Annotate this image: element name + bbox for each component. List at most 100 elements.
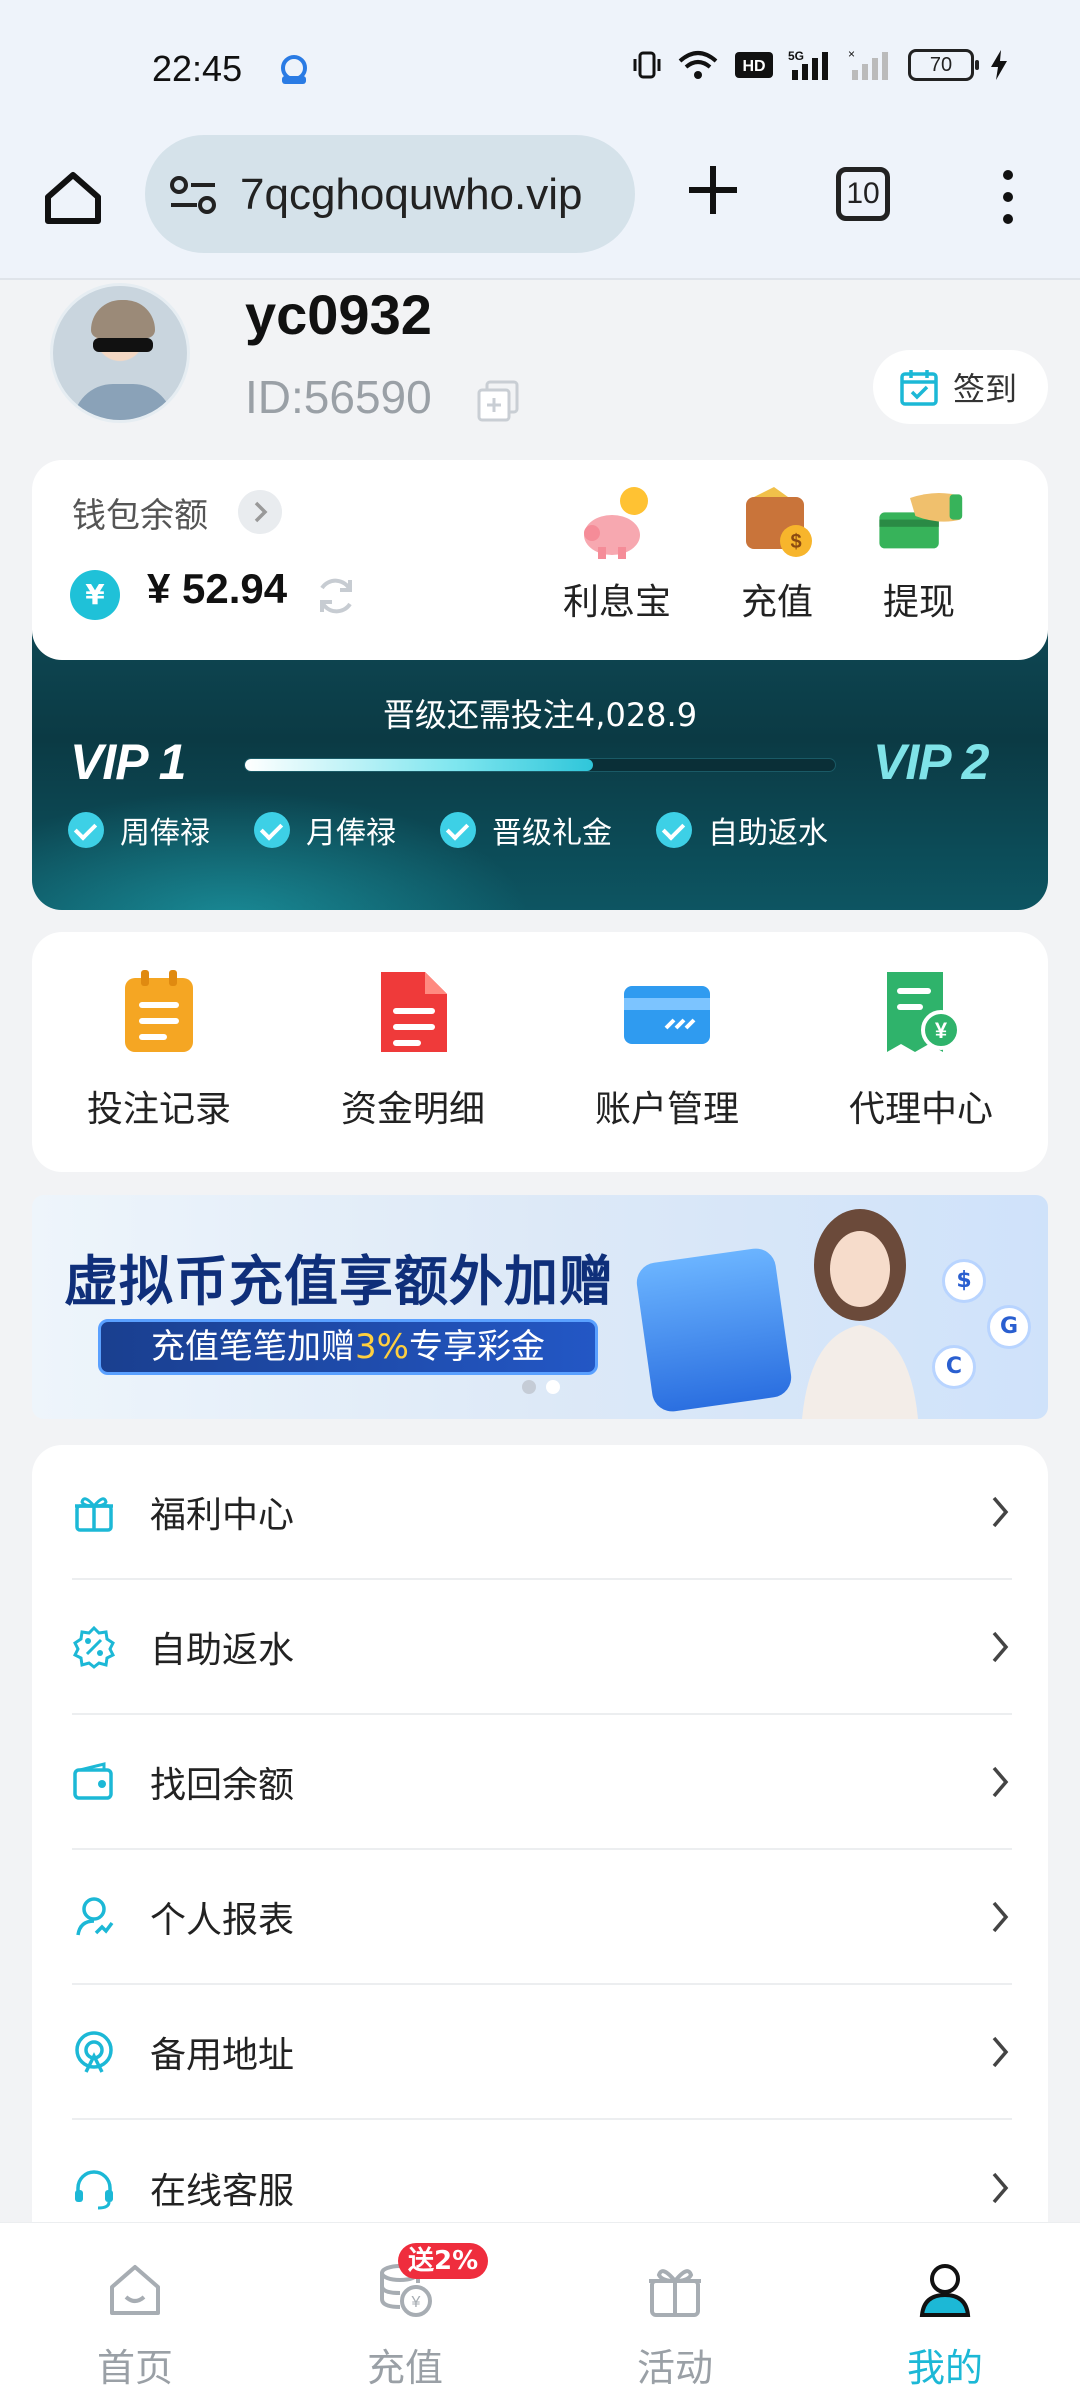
gift-icon xyxy=(649,2269,701,2317)
status-bar: 22:45 HD 5G × 70 xyxy=(0,0,1080,135)
chevron-right-icon xyxy=(992,1766,1009,1797)
url-bar[interactable]: 7qcghoquwho.vip xyxy=(145,135,635,253)
rebate-icon xyxy=(72,1625,116,1669)
quick-fund-details[interactable]: 资金明细 xyxy=(286,932,540,1172)
menu-item-welfare[interactable]: 福利中心 xyxy=(72,1445,1012,1580)
vip-perks: 周俸禄 月俸禄 晋级礼金 自助返水 xyxy=(68,808,872,852)
signin-label: 签到 xyxy=(953,370,1018,408)
document-icon xyxy=(381,972,447,1052)
nav-mine[interactable]: 我的 xyxy=(810,2223,1080,2400)
wallet-action-deposit[interactable]: $ 充值 xyxy=(712,485,842,625)
menu-list: 福利中心 自助返水 找回余额 个人报表 备用地址 在线客服 xyxy=(32,1445,1048,2225)
vip-progress-text: 晋级还需投注4,028.9 xyxy=(382,696,698,734)
svg-text:$: $ xyxy=(790,531,801,553)
status-icons: HD 5G × 70 xyxy=(632,48,1010,82)
promo-banner[interactable]: 虚拟币充值享额外加赠 充值笔笔加赠3%专享彩金 $ G C xyxy=(32,1195,1048,1419)
wallet-recover-icon xyxy=(73,1761,113,1800)
app-notification-icon xyxy=(281,55,307,84)
coin-icon: $ xyxy=(942,1259,986,1303)
pagination-dot-active[interactable] xyxy=(546,1380,560,1394)
vip-progress-fill xyxy=(245,759,594,771)
chevron-right-icon xyxy=(992,2172,1009,2203)
headset-icon xyxy=(75,2169,113,2209)
clipboard-icon xyxy=(125,970,193,1052)
signal-5g-icon: 5G xyxy=(788,49,828,80)
copy-icon[interactable] xyxy=(475,378,521,424)
chevron-right-icon xyxy=(992,2036,1009,2067)
svg-text:¥: ¥ xyxy=(411,2294,421,2311)
browser-toolbar: 7qcghoquwho.vip 10 xyxy=(0,135,1080,280)
vip-perk: 晋级礼金 xyxy=(440,808,612,852)
check-icon xyxy=(440,812,476,848)
wallet-action-withdraw[interactable]: 提现 xyxy=(854,485,984,625)
chevron-right-icon[interactable] xyxy=(238,490,282,534)
calendar-check-icon xyxy=(900,370,938,406)
check-icon xyxy=(656,812,692,848)
chevron-right-icon xyxy=(992,1901,1009,1932)
charging-icon xyxy=(991,50,1007,80)
banner-subtitle: 充值笔笔加赠3%专享彩金 xyxy=(98,1319,598,1375)
svg-text:HD: HD xyxy=(742,58,765,75)
piggy-bank-icon xyxy=(584,487,648,559)
browser-home-icon[interactable] xyxy=(40,165,106,231)
chevron-right-icon xyxy=(992,1631,1009,1662)
refresh-icon[interactable] xyxy=(312,572,360,620)
menu-item-rebate[interactable]: 自助返水 xyxy=(72,1580,1012,1715)
menu-item-recover-balance[interactable]: 找回余额 xyxy=(72,1715,1012,1850)
vip-next-level: VIP 2 xyxy=(873,734,989,790)
battery-indicator: 70 xyxy=(908,49,979,81)
menu-item-backup-address[interactable]: 备用地址 xyxy=(72,1985,1012,2120)
coin-icon: G xyxy=(987,1305,1031,1349)
quick-account-management[interactable]: 账户管理 xyxy=(540,932,794,1172)
site-settings-icon[interactable] xyxy=(169,175,219,215)
tab-switcher-button[interactable]: 10 xyxy=(836,167,890,221)
new-tab-icon[interactable] xyxy=(683,160,743,220)
menu-item-personal-report[interactable]: 个人报表 xyxy=(72,1850,1012,1985)
wallet-deposit-icon: $ xyxy=(746,487,812,557)
banner-card-illustration xyxy=(634,1245,794,1415)
pagination-dot[interactable] xyxy=(522,1380,536,1394)
user-icon xyxy=(919,2264,971,2317)
gift-icon xyxy=(75,1496,113,1532)
wallet-action-interest[interactable]: 利息宝 xyxy=(552,485,682,625)
signin-button[interactable]: 签到 xyxy=(873,350,1048,424)
banner-pagination xyxy=(522,1380,560,1394)
banner-title: 虚拟币充值享额外加赠 xyxy=(64,1250,614,1313)
url-text[interactable]: 7qcghoquwho.vip xyxy=(240,170,582,220)
signal-weak-icon: × xyxy=(848,48,888,80)
cash-withdraw-icon xyxy=(879,493,963,549)
user-id: ID:56590 xyxy=(245,371,432,423)
status-time: 22:45 xyxy=(152,48,243,89)
banner-model-illustration xyxy=(802,1209,918,1419)
nav-home[interactable]: 首页 xyxy=(0,2223,270,2400)
vip-progress-bar xyxy=(244,758,836,772)
vibrate-icon xyxy=(633,51,661,79)
username: yc0932 xyxy=(245,283,432,346)
bottom-navigation: 首页 ¥ 送2% 充值 活动 我的 xyxy=(0,2222,1080,2400)
report-user-icon xyxy=(76,1896,114,1935)
coin-icon: C xyxy=(932,1345,976,1389)
vip-perk: 周俸禄 xyxy=(68,808,210,852)
quick-bet-records[interactable]: 投注记录 xyxy=(32,932,286,1172)
more-menu-icon[interactable] xyxy=(990,167,1026,227)
nav-activities[interactable]: 活动 xyxy=(540,2223,810,2400)
chevron-right-icon xyxy=(992,1496,1009,1527)
svg-text:¥: ¥ xyxy=(935,1018,948,1043)
vip-perk: 月俸禄 xyxy=(254,808,396,852)
nav-deposit[interactable]: ¥ 送2% 充值 xyxy=(270,2223,540,2400)
agent-receipt-icon: ¥ xyxy=(887,972,961,1052)
wallet-label: 钱包余额 xyxy=(72,496,208,536)
card-icon xyxy=(624,986,710,1044)
check-icon xyxy=(68,812,104,848)
wifi-icon xyxy=(678,51,718,79)
svg-text:5G: 5G xyxy=(788,49,804,63)
avatar[interactable] xyxy=(50,283,190,423)
vip-current-level: VIP 1 xyxy=(70,734,186,790)
quick-actions: 投注记录 资金明细 账户管理 ¥ 代理中心 xyxy=(32,932,1048,1172)
deposit-badge: 送2% xyxy=(398,2243,489,2279)
backup-address-icon xyxy=(75,2030,113,2073)
vip-perk: 自助返水 xyxy=(656,808,828,852)
wallet-balance: ¥ 52.94 xyxy=(147,565,288,612)
quick-agent-center[interactable]: ¥ 代理中心 xyxy=(794,932,1048,1172)
svg-text:×: × xyxy=(848,48,855,61)
